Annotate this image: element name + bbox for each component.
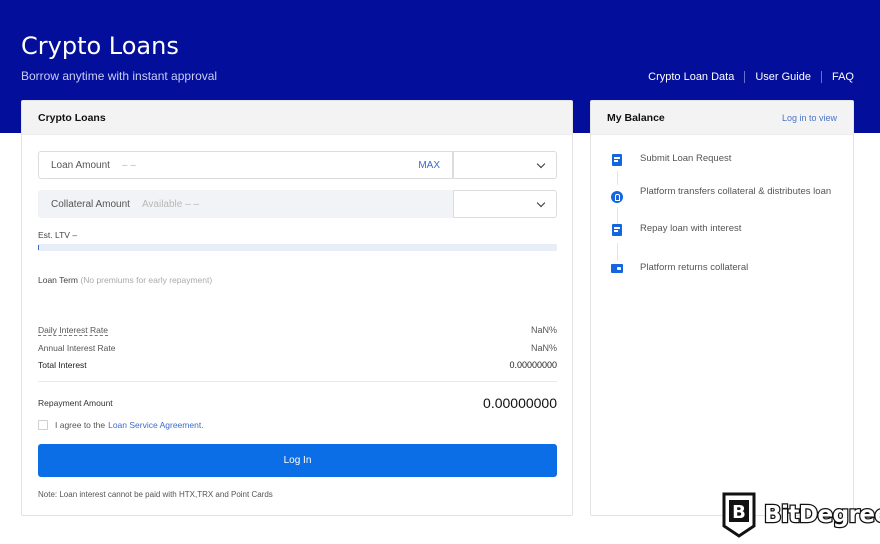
loan-service-agreement-link[interactable]: Loan Service Agreement. bbox=[108, 420, 203, 430]
panel-title: My Balance bbox=[607, 111, 665, 124]
total-interest-label: Total Interest bbox=[38, 360, 87, 370]
header-links: Crypto Loan Data User Guide FAQ bbox=[648, 71, 854, 83]
chevron-down-icon bbox=[536, 198, 546, 208]
agreement-text: I agree to the bbox=[55, 420, 106, 430]
login-button[interactable]: Log In bbox=[38, 444, 557, 477]
svg-text:B: B bbox=[732, 502, 746, 523]
step-item: Submit Loan Request bbox=[610, 153, 840, 167]
loan-amount-label: Loan Amount bbox=[51, 159, 110, 171]
bitdegree-wordmark: BitDegree bbox=[763, 501, 880, 530]
repayment-value: 0.00000000 bbox=[483, 395, 557, 411]
ltv-progress-fill bbox=[38, 245, 39, 250]
loan-steps: Submit Loan Request Platform transfers c… bbox=[610, 153, 840, 276]
user-guide-link[interactable]: User Guide bbox=[755, 71, 811, 83]
my-balance-panel: My Balance Log in to view Submit Loan Re… bbox=[590, 100, 854, 516]
interest-note: Note: Loan interest cannot be paid with … bbox=[38, 490, 273, 499]
step-text: Repay loan with interest bbox=[640, 223, 742, 234]
panel-header: My Balance Log in to view bbox=[591, 101, 853, 135]
bitdegree-shield-icon: B bbox=[722, 492, 756, 538]
daily-interest-row: Daily Interest Rate NaN% bbox=[38, 325, 557, 336]
repayment-label: Repayment Amount bbox=[38, 398, 113, 408]
page-title: Crypto Loans bbox=[21, 32, 179, 60]
panel-header: Crypto Loans bbox=[22, 101, 572, 135]
loan-term-label: Loan Term (No premiums for early repayme… bbox=[38, 275, 212, 285]
total-interest-row: Total Interest 0.00000000 bbox=[38, 360, 557, 370]
panel-title: Crypto Loans bbox=[38, 111, 106, 124]
link-separator bbox=[744, 71, 746, 83]
collateral-available: Available – – bbox=[141, 198, 200, 210]
loan-currency-select[interactable] bbox=[453, 151, 557, 179]
document-icon bbox=[610, 153, 624, 167]
est-ltv-label: Est. LTV – bbox=[38, 230, 78, 240]
link-separator bbox=[820, 71, 822, 83]
max-button[interactable]: MAX bbox=[418, 160, 440, 171]
loan-amount-input[interactable]: Loan Amount – – MAX bbox=[38, 151, 453, 179]
daily-interest-label[interactable]: Daily Interest Rate bbox=[38, 325, 108, 336]
loan-term-title: Loan Term bbox=[38, 275, 79, 285]
step-item: Platform returns collateral bbox=[610, 262, 840, 276]
collateral-amount-label: Collateral Amount bbox=[51, 198, 130, 210]
crypto-loan-data-link[interactable]: Crypto Loan Data bbox=[648, 71, 734, 83]
bitdegree-watermark: B BitDegree bbox=[722, 492, 880, 538]
agreement-checkbox[interactable] bbox=[38, 420, 48, 430]
crypto-loans-panel: Crypto Loans Loan Amount – – MAX Collate… bbox=[21, 100, 573, 516]
loan-amount-placeholder: – – bbox=[121, 159, 136, 171]
repay-icon bbox=[610, 223, 624, 237]
page-subtitle: Borrow anytime with instant approval bbox=[21, 69, 218, 83]
step-item: Platform transfers collateral & distribu… bbox=[610, 186, 840, 204]
step-text: Submit Loan Request bbox=[640, 153, 732, 164]
step-item: Repay loan with interest bbox=[610, 223, 840, 237]
divider bbox=[38, 381, 557, 382]
collateral-currency-select[interactable] bbox=[453, 190, 557, 218]
annual-interest-value: NaN% bbox=[530, 343, 557, 353]
wallet-icon bbox=[610, 262, 624, 276]
step-text: Platform transfers collateral & distribu… bbox=[640, 186, 832, 197]
agreement-row: I agree to the Loan Service Agreement. bbox=[38, 420, 204, 430]
annual-interest-label: Annual Interest Rate bbox=[38, 343, 116, 353]
ltv-progress-bar bbox=[38, 244, 557, 251]
repayment-row: Repayment Amount 0.00000000 bbox=[38, 395, 557, 411]
loan-term-hint: (No premiums for early repayment) bbox=[80, 275, 213, 285]
collateral-amount-row: Collateral Amount Available – – bbox=[38, 190, 557, 218]
transfer-icon bbox=[610, 190, 624, 204]
step-text: Platform returns collateral bbox=[640, 262, 749, 273]
total-interest-value: 0.00000000 bbox=[509, 360, 557, 370]
loan-amount-row: Loan Amount – – MAX bbox=[38, 151, 557, 179]
chevron-down-icon bbox=[536, 159, 546, 169]
daily-interest-value: NaN% bbox=[530, 325, 557, 335]
faq-link[interactable]: FAQ bbox=[832, 71, 854, 83]
annual-interest-row: Annual Interest Rate NaN% bbox=[38, 343, 557, 353]
collateral-amount-input[interactable]: Collateral Amount Available – – bbox=[38, 190, 453, 218]
login-to-view-link[interactable]: Log in to view bbox=[782, 113, 837, 123]
